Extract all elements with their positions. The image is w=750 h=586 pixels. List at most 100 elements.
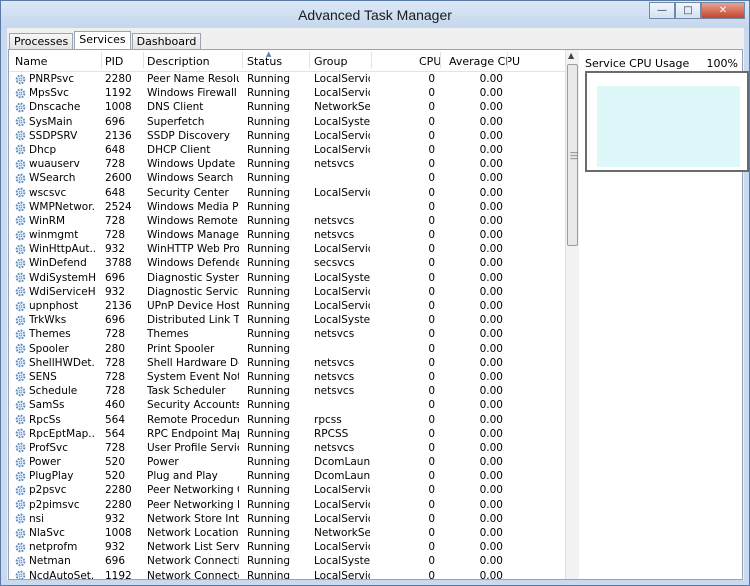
service-average-cpu: 0.00 <box>479 342 503 355</box>
service-status: Running <box>247 456 291 469</box>
table-row[interactable]: Power 520 Power Running DcomLaunch 0 0.00 <box>9 455 565 469</box>
column-divider[interactable] <box>143 52 144 68</box>
column-divider[interactable] <box>371 52 372 68</box>
service-average-cpu: 0.00 <box>479 328 503 341</box>
service-status: Running <box>247 512 291 525</box>
column-divider[interactable] <box>440 52 441 68</box>
column-divider[interactable] <box>507 52 508 68</box>
tab-processes[interactable]: Processes <box>9 33 74 50</box>
service-status: Running <box>247 229 291 242</box>
table-row[interactable]: WMPNetwor... 2524 Windows Media Pl... Runni… <box>9 200 565 214</box>
service-description: UPnP Device Host <box>147 300 239 312</box>
table-row[interactable]: WdiServiceH... 932 Diagnostic Service ... R… <box>9 285 565 299</box>
service-group: netsvcs <box>314 328 355 341</box>
table-row[interactable]: WSearch 2600 Windows Search Running 0 0.00 <box>9 171 565 185</box>
table-row[interactable]: wscsvc 648 Security Center Running LocalServ… <box>9 186 565 200</box>
service-name-cell: PlugPlay <box>15 469 95 483</box>
column-header-pid[interactable]: PID <box>105 55 123 68</box>
column-divider[interactable] <box>309 52 310 68</box>
table-row[interactable]: ProfSvc 728 User Profile Service Running net… <box>9 441 565 455</box>
gear-icon <box>15 372 26 382</box>
table-row[interactable]: SamSs 460 Security Accounts ... Running 0 0.0… <box>9 398 565 412</box>
table-row[interactable]: MpsSvc 1192 Windows Firewall Running LocalSe… <box>9 86 565 100</box>
service-name: WMPNetwor... <box>29 200 95 213</box>
table-row[interactable]: ShellHWDet... 728 Shell Hardware De... Runn… <box>9 356 565 370</box>
table-row[interactable]: netprofm 932 Network List Service Running Lo… <box>9 540 565 554</box>
close-button[interactable]: ✕ <box>701 2 745 19</box>
table-row[interactable]: SSDPSRV 2136 SSDP Discovery Running LocalSer… <box>9 129 565 143</box>
column-header-group[interactable]: Group <box>314 55 348 68</box>
services-panel: Name PID Description ▲ Status Group CPU … <box>8 49 749 580</box>
service-cpu: 0 <box>428 129 435 142</box>
column-header-cpu[interactable]: CPU <box>419 55 441 68</box>
cpu-usage-graph <box>585 71 749 172</box>
service-name-cell: WinHttpAut... <box>15 242 95 256</box>
service-pid: 520 <box>105 470 126 483</box>
table-row[interactable]: PlugPlay 520 Plug and Play Running DcomLaunc… <box>9 469 565 483</box>
window-title: Advanced Task Manager <box>298 7 452 23</box>
table-row[interactable]: p2psvc 2280 Peer Networking G... Running Loc… <box>9 483 565 497</box>
table-row[interactable]: WinDefend 3788 Windows Defender Running secs… <box>9 256 565 270</box>
scroll-up-icon[interactable]: ▲ <box>568 51 574 60</box>
table-row[interactable]: WinHttpAut... 932 WinHTTP Web Prox... Runni… <box>9 242 565 256</box>
table-row[interactable]: Schedule 728 Task Scheduler Running netsvcs 0… <box>9 384 565 398</box>
service-name: WSearch <box>29 172 76 185</box>
column-header-description[interactable]: Description <box>147 55 210 68</box>
table-row[interactable]: winmgmt 728 Windows Manage... Running netsvc… <box>9 228 565 242</box>
maximize-button[interactable]: □ <box>675 2 701 19</box>
service-status: Running <box>247 356 291 369</box>
service-name-cell: SysMain <box>15 115 95 129</box>
column-header-average-cpu[interactable]: Average CPU <box>449 55 520 68</box>
tab-services[interactable]: Services <box>74 31 131 50</box>
table-row[interactable]: SENS 728 System Event Notif... Running netsv… <box>9 370 565 384</box>
column-header-status[interactable]: Status <box>247 55 282 68</box>
table-row[interactable]: WdiSystemH... 696 Diagnostic System ... Run… <box>9 271 565 285</box>
table-row[interactable]: wuauserv 728 Windows Update Running netsvcs 0… <box>9 157 565 171</box>
title-bar[interactable]: Advanced Task Manager — □ ✕ <box>1 1 749 29</box>
service-name-cell: winmgmt <box>15 228 95 242</box>
service-average-cpu: 0.00 <box>479 427 503 440</box>
service-status: Running <box>247 87 291 100</box>
minimize-button[interactable]: — <box>649 2 675 19</box>
service-name-cell: ProfSvc <box>15 441 95 455</box>
tab-dashboard[interactable]: Dashboard <box>131 33 202 50</box>
column-divider[interactable] <box>242 52 243 68</box>
table-row[interactable]: RpcSs 564 Remote Procedure ... Running rpcss… <box>9 413 565 427</box>
services-list[interactable]: Name PID Description ▲ Status Group CPU … <box>9 50 565 579</box>
service-pid: 1008 <box>105 101 132 114</box>
service-status: Running <box>247 115 291 128</box>
service-name: WinRM <box>29 214 66 227</box>
table-row[interactable]: nsi 932 Network Store Inte... Running LocalS… <box>9 512 565 526</box>
grip-icon: — — — <box>570 148 578 163</box>
table-row[interactable]: TrkWks 696 Distributed Link Tr... Running Lo… <box>9 313 565 327</box>
gear-icon <box>15 542 26 553</box>
column-header-name[interactable]: Name <box>15 55 47 68</box>
table-row[interactable]: Spooler 280 Print Spooler Running 0 0.00 <box>9 342 565 356</box>
table-row[interactable]: NcdAutoSet... 1192 Network Connecte... Runn… <box>9 569 565 579</box>
table-row[interactable]: upnphost 2136 UPnP Device Host Running Local… <box>9 299 565 313</box>
service-name: TrkWks <box>29 314 67 327</box>
service-pid: 932 <box>105 541 126 554</box>
service-name-cell: NlaSvc <box>15 526 95 540</box>
table-row[interactable]: PNRPsvc 2280 Peer Name Resolut... Running Lo… <box>9 72 565 86</box>
table-row[interactable]: SysMain 696 Superfetch Running LocalSyste...… <box>9 115 565 129</box>
service-group: LocalService <box>314 541 370 554</box>
table-row[interactable]: Dhcp 648 DHCP Client Running LocalServic... 0… <box>9 143 565 157</box>
vertical-scrollbar[interactable]: ▲ — — — <box>565 50 579 579</box>
table-row[interactable]: Netman 696 Network Connecti... Running Local… <box>9 554 565 568</box>
column-divider[interactable] <box>101 52 102 68</box>
service-average-cpu: 0.00 <box>479 101 503 114</box>
table-row[interactable]: RpcEptMap... 564 RPC Endpoint Map... Runnin… <box>9 427 565 441</box>
scrollbar-thumb[interactable]: — — — <box>567 64 578 246</box>
table-row[interactable]: WinRM 728 Windows Remote ... Running netsvcs… <box>9 214 565 228</box>
table-row[interactable]: p2pimsvc 2280 Peer Networking I... Running L… <box>9 498 565 512</box>
service-group: netsvcs <box>314 385 355 398</box>
service-status: Running <box>247 470 291 483</box>
service-group: LocalServic... <box>314 87 370 100</box>
table-row[interactable]: Dnscache 1008 DNS Client Running NetworkSe..… <box>9 100 565 114</box>
service-status: Running <box>247 143 291 156</box>
service-name: netprofm <box>29 541 78 554</box>
service-name-cell: MpsSvc <box>15 86 95 100</box>
table-row[interactable]: Themes 728 Themes Running netsvcs 0 0.00 <box>9 327 565 341</box>
table-row[interactable]: NlaSvc 1008 Network Location ... Running Net… <box>9 526 565 540</box>
